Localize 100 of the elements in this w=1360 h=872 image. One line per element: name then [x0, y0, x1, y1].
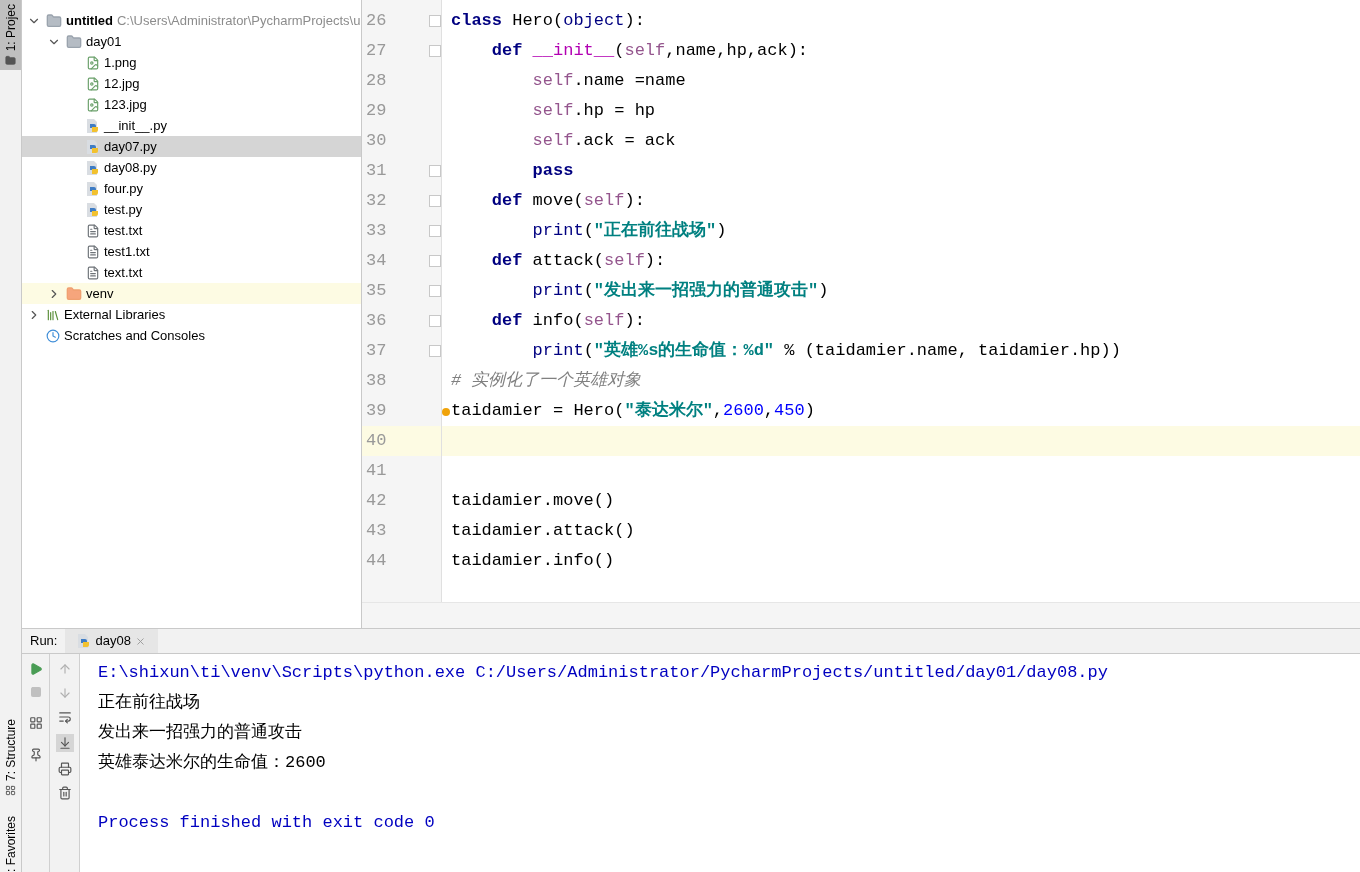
- tree-item[interactable]: untitled C:\Users\Administrator\PycharmProjects\u: [22, 10, 361, 31]
- tree-item-label: Scratches and Consoles: [64, 326, 205, 345]
- down-arrow-icon[interactable]: [57, 686, 72, 700]
- code-line: def info(self):: [491, 310, 645, 333]
- fold-marker-icon[interactable]: [429, 165, 441, 177]
- text-file-icon: [86, 223, 100, 238]
- fold-marker-icon[interactable]: [429, 45, 441, 57]
- code-line: def move(self):: [491, 190, 645, 213]
- libraries-icon: [46, 307, 60, 322]
- code-line: self.hp = hp: [532, 100, 656, 123]
- image-file-icon: [86, 97, 100, 112]
- scratches-icon: [46, 328, 60, 343]
- line-number: 42: [365, 490, 388, 513]
- tree-item[interactable]: test.py: [22, 199, 361, 220]
- code-line: taidamier.attack(): [451, 520, 635, 543]
- tree-item-label: text.txt: [104, 263, 143, 282]
- print-icon[interactable]: [57, 762, 72, 776]
- python-file-icon: [86, 117, 100, 134]
- code-line: def attack(self):: [491, 250, 666, 273]
- tree-item-label: __init__.py: [104, 116, 167, 135]
- tree-item-label: untitled: [66, 11, 113, 30]
- tree-item[interactable]: 12.jpg: [22, 73, 361, 94]
- code-line: self.name =name: [532, 70, 686, 93]
- scroll-to-end-icon[interactable]: [55, 734, 74, 752]
- tree-item[interactable]: 1.png: [22, 52, 361, 73]
- project-path: C:\Users\Administrator\PycharmProjects\u: [116, 11, 361, 30]
- package-icon: [66, 33, 82, 50]
- tree-item[interactable]: test1.txt: [22, 241, 361, 262]
- line-number: 28: [365, 70, 388, 93]
- code-line: self.ack = ack: [532, 130, 676, 153]
- fold-marker-icon[interactable]: [429, 15, 441, 27]
- close-icon[interactable]: [134, 635, 146, 647]
- fold-marker-icon[interactable]: [429, 225, 441, 237]
- tree-item[interactable]: Scratches and Consoles: [22, 325, 361, 346]
- tree-item-label: 1.png: [104, 53, 137, 72]
- tree-item[interactable]: day01: [22, 31, 361, 52]
- code-line: print("发出来一招强力的普通攻击"): [532, 279, 829, 303]
- trash-icon[interactable]: [57, 786, 72, 800]
- structure-icon: [5, 785, 16, 796]
- pin-icon[interactable]: [28, 748, 43, 762]
- fold-marker-icon[interactable]: [429, 315, 441, 327]
- structure-tool-tab[interactable]: 7: Structure: [4, 718, 17, 796]
- up-arrow-icon[interactable]: [57, 662, 72, 676]
- fold-marker-icon[interactable]: [429, 255, 441, 267]
- folder-icon: [5, 55, 16, 66]
- soft-wrap-icon[interactable]: [57, 710, 72, 724]
- tree-item-label: venv: [86, 284, 114, 303]
- line-number: 43: [365, 520, 388, 543]
- fold-marker-icon[interactable]: [429, 345, 441, 357]
- tree-item[interactable]: test.txt: [22, 220, 361, 241]
- text-file-icon: [86, 244, 100, 259]
- layout-icon[interactable]: [28, 716, 43, 730]
- line-number: 39: [365, 400, 388, 423]
- run-tab[interactable]: day08: [65, 629, 158, 653]
- console-line: 正在前往战场: [98, 692, 200, 715]
- tree-item-label: day07.py: [104, 137, 157, 156]
- tree-item-label: four.py: [104, 179, 144, 198]
- line-number: 38: [365, 370, 388, 393]
- tree-item[interactable]: External Libraries: [22, 304, 361, 325]
- image-file-icon: [86, 76, 100, 91]
- run-icon[interactable]: [28, 662, 43, 676]
- tree-item[interactable]: __init__.py: [22, 115, 361, 136]
- text-file-icon: [86, 265, 100, 280]
- code-line: # 实例化了一个英雄对象: [451, 370, 642, 393]
- tree-item[interactable]: four.py: [22, 178, 361, 199]
- stop-icon[interactable]: [29, 686, 42, 698]
- tree-item[interactable]: text.txt: [22, 262, 361, 283]
- tree-item-label: day01: [86, 32, 122, 51]
- line-number: 35: [365, 280, 388, 303]
- project-tool-tab[interactable]: 1: Projec: [0, 0, 21, 70]
- tree-item-label: test.txt: [104, 221, 143, 240]
- line-number: 41: [365, 460, 388, 483]
- tree-item[interactable]: day07.py: [22, 136, 361, 157]
- favorites-tool-tab[interactable]: : Favorites: [4, 816, 17, 872]
- folder-icon: [66, 285, 82, 302]
- line-number: 33: [365, 220, 388, 243]
- intention-bulb-icon[interactable]: [442, 408, 450, 416]
- tree-item[interactable]: venv: [22, 283, 361, 304]
- line-number: 31: [365, 160, 388, 183]
- tree-item[interactable]: day08.py: [22, 157, 361, 178]
- code-line: def __init__(self,name,hp,ack):: [491, 40, 809, 63]
- console-line: 发出来一招强力的普通攻击: [98, 721, 302, 745]
- line-number: 26: [365, 10, 388, 33]
- line-number: 32: [365, 190, 388, 213]
- code-line: class Hero(object):: [451, 10, 645, 33]
- fold-marker-icon[interactable]: [429, 195, 441, 207]
- line-number: 29: [365, 100, 388, 123]
- tree-item-label: day08.py: [104, 158, 157, 177]
- fold-marker-icon[interactable]: [429, 285, 441, 297]
- line-number: 40: [365, 430, 388, 453]
- tree-item-label: test.py: [104, 200, 143, 219]
- line-number: 44: [365, 550, 388, 573]
- code-line: taidamier.move(): [451, 490, 615, 513]
- console-line: Process finished with exit code 0: [98, 812, 435, 835]
- console-line: 英雄泰达米尔的生命值：2600: [98, 752, 326, 775]
- folder-icon: [46, 12, 62, 29]
- tree-item-label: 12.jpg: [104, 74, 140, 93]
- console-line: E:\shixun\ti\venv\Scripts\python.exe C:/Users/Administrator/PycharmProjects/untitled/day01/day08.py: [98, 662, 1108, 685]
- tree-item[interactable]: 123.jpg: [22, 94, 361, 115]
- horizontal-scrollbar-track[interactable]: [362, 602, 1360, 628]
